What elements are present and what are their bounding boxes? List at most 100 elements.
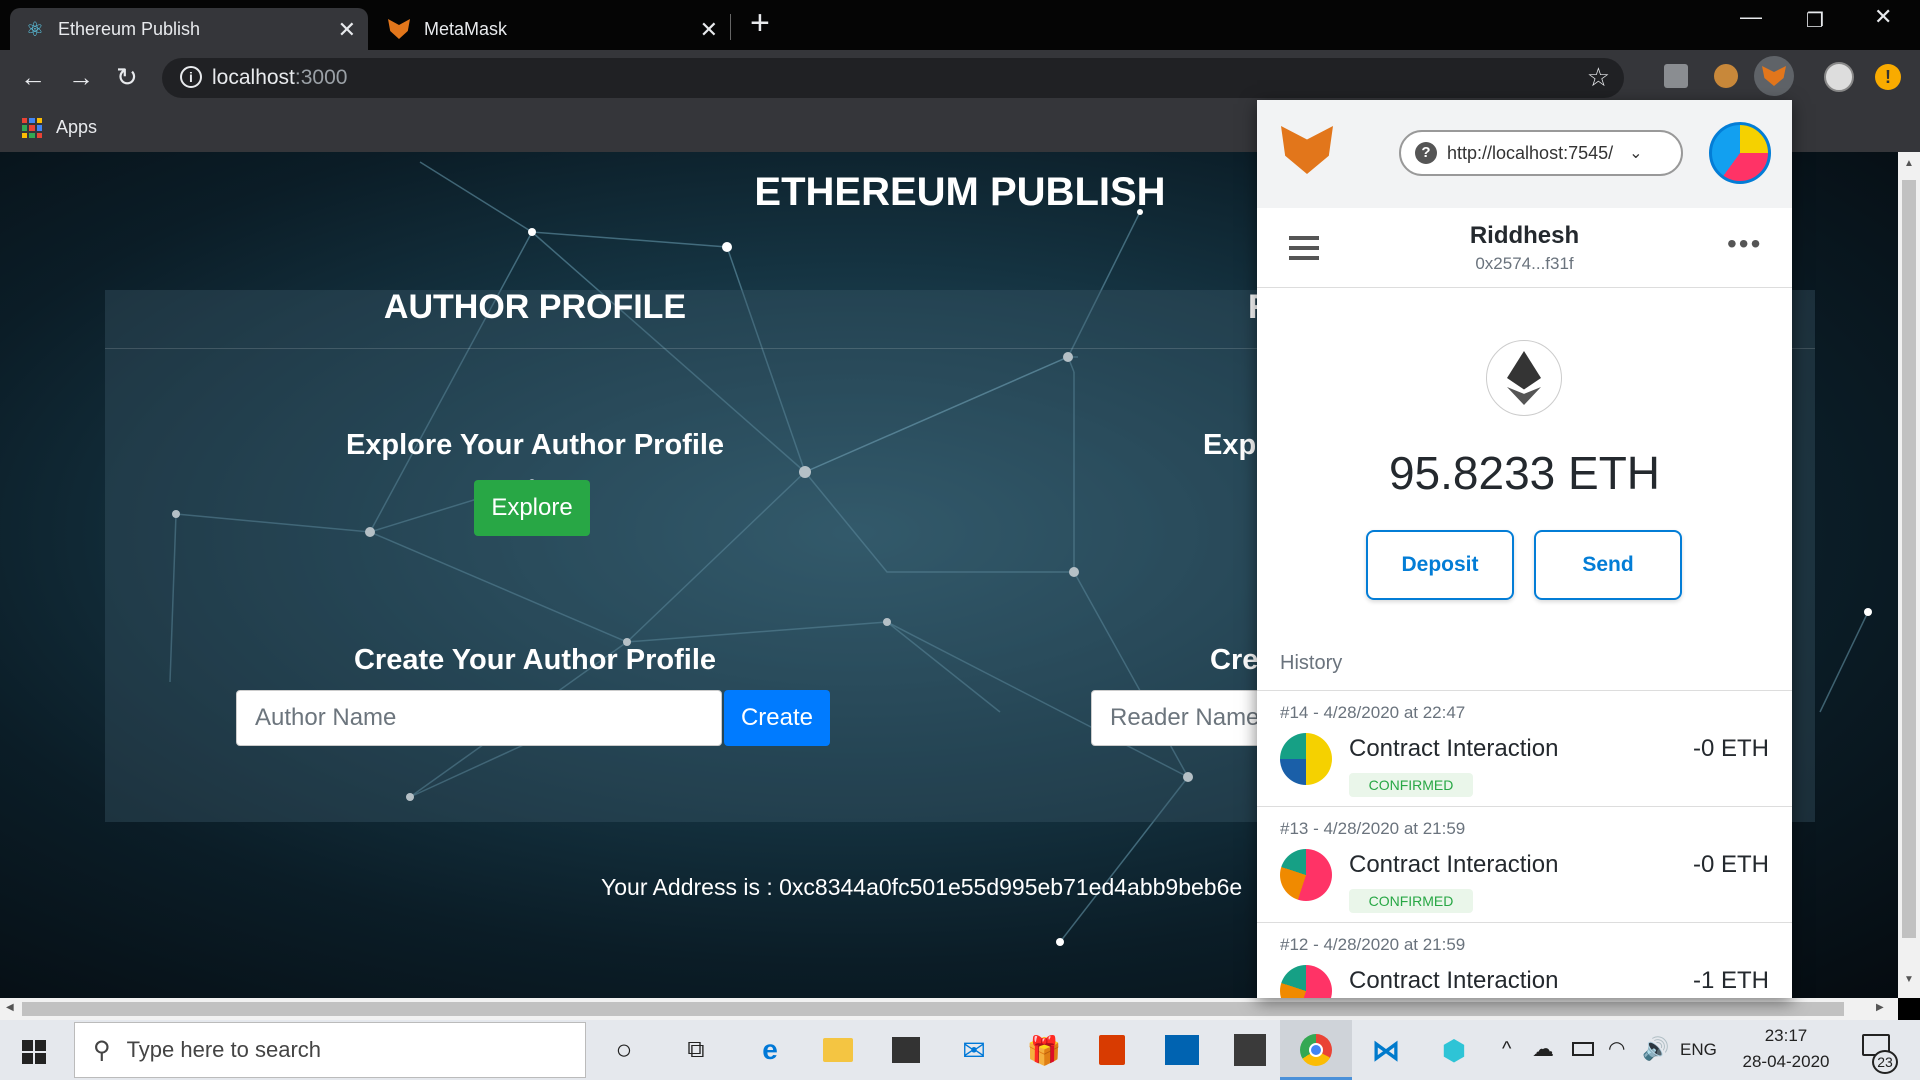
balance-display: 95.8233 ETH: [1257, 446, 1792, 500]
scroll-thumb[interactable]: [22, 1002, 1844, 1016]
language-indicator[interactable]: ENG: [1680, 1040, 1717, 1060]
gift-app-icon[interactable]: 🎁: [1024, 1030, 1064, 1070]
cookie-extension-icon[interactable]: [1714, 64, 1738, 88]
tab-title: Ethereum Publish: [57, 18, 201, 39]
update-alert-icon[interactable]: !: [1875, 64, 1901, 90]
transaction-identicon: [1280, 733, 1332, 785]
reader-name-input[interactable]: Reader Name: [1091, 690, 1261, 746]
address-bar[interactable]: i localhost:3000 ☆: [162, 58, 1624, 98]
store-icon[interactable]: [886, 1030, 926, 1070]
transaction-date: #13 - 4/28/2020 at 21:59: [1280, 819, 1466, 838]
scroll-down-icon[interactable]: ▼: [1904, 974, 1914, 985]
reload-icon[interactable]: ↻: [116, 62, 138, 93]
tab-title: MetaMask: [424, 18, 508, 39]
metamask-fox-icon: [388, 19, 410, 39]
minimize-icon[interactable]: —: [1740, 4, 1762, 30]
scroll-up-icon[interactable]: ▲: [1904, 158, 1914, 169]
account-avatar[interactable]: [1709, 122, 1771, 184]
taskbar-search-box[interactable]: ⚲ Type here to search: [74, 1022, 586, 1078]
create-reader-heading: Cre: [1210, 644, 1259, 676]
ethereum-icon: [1486, 340, 1562, 416]
chevron-down-icon: ⌄: [1629, 145, 1643, 162]
create-author-heading: Create Your Author Profile: [353, 644, 717, 676]
send-button[interactable]: Send: [1534, 530, 1682, 600]
file-explorer-icon[interactable]: [818, 1030, 858, 1070]
volume-icon[interactable]: 🔊: [1642, 1036, 1669, 1062]
vscode-icon[interactable]: ⋈: [1366, 1030, 1406, 1070]
transaction-identicon: [1280, 965, 1332, 998]
history-item[interactable]: #14 - 4/28/2020 at 22:47 Contract Intera…: [1257, 690, 1792, 806]
browser-tab-strip: ⚛ Ethereum Publish ✕ MetaMask ✕ + — ❐ ✕: [0, 0, 1920, 50]
author-profile-heading: AUTHOR PROFILE: [383, 288, 687, 326]
battery-icon[interactable]: [1572, 1042, 1594, 1056]
history-label: History: [1280, 652, 1343, 674]
onedrive-icon[interactable]: ☁: [1532, 1036, 1554, 1062]
windows-taskbar: ⚲ Type here to search ○ ⧉ e ✉ 🎁 ⋈ ⬢ ^ ☁ …: [0, 1020, 1920, 1080]
transaction-amount: -0 ETH: [1692, 735, 1769, 762]
metamask-fox-icon: [1762, 66, 1786, 86]
edge-browser-icon[interactable]: e: [750, 1030, 790, 1070]
network-selector[interactable]: ? http://localhost:7545/ ⌄: [1399, 130, 1683, 176]
extension-icon[interactable]: [1664, 64, 1688, 88]
scroll-thumb[interactable]: [1902, 180, 1916, 938]
virtualbox-icon[interactable]: [1230, 1030, 1270, 1070]
create-author-button[interactable]: Create: [724, 690, 830, 746]
vertical-scrollbar[interactable]: ▲ ▼: [1898, 152, 1920, 998]
profile-avatar[interactable]: [1824, 62, 1854, 92]
window-close-icon[interactable]: ✕: [1874, 4, 1892, 30]
browser-toolbar: ← → ↻ i localhost:3000 ☆ !: [0, 50, 1920, 104]
info-icon[interactable]: i: [180, 66, 202, 88]
history-item[interactable]: #13 - 4/28/2020 at 21:59 Contract Intera…: [1257, 806, 1792, 922]
metamask-logo-icon: [1281, 126, 1333, 174]
scroll-left-icon[interactable]: ◀: [6, 1002, 14, 1013]
ganache-icon[interactable]: ⬢: [1434, 1030, 1474, 1070]
clock-date[interactable]: 28-04-2020: [1736, 1052, 1836, 1072]
history-item[interactable]: #12 - 4/28/2020 at 21:59 Contract Intera…: [1257, 922, 1792, 998]
office-icon[interactable]: [1092, 1030, 1132, 1070]
restore-icon[interactable]: ❐: [1806, 8, 1824, 33]
help-icon: ?: [1415, 142, 1437, 164]
chrome-icon-center: [1309, 1043, 1323, 1057]
notification-count-badge: 23: [1872, 1050, 1898, 1074]
windows-start-icon[interactable]: [22, 1040, 46, 1064]
transaction-title: Contract Interaction: [1349, 967, 1559, 994]
explore-button[interactable]: Explore: [474, 480, 590, 536]
account-address[interactable]: 0x2574...f31f: [1257, 254, 1792, 274]
explore-author-heading: Explore Your Author Profile: [345, 429, 725, 461]
account-name[interactable]: Riddhesh: [1257, 222, 1792, 250]
horizontal-scrollbar[interactable]: ◀ ▶: [0, 998, 1898, 1020]
mail-icon[interactable]: ✉: [954, 1030, 994, 1070]
task-view-icon[interactable]: ⧉: [676, 1030, 716, 1070]
cortana-icon[interactable]: ○: [604, 1030, 644, 1070]
clock-time[interactable]: 23:17: [1736, 1026, 1836, 1046]
author-name-input[interactable]: Author Name: [236, 690, 722, 746]
status-badge: CONFIRMED: [1349, 773, 1473, 797]
deposit-button[interactable]: Deposit: [1366, 530, 1514, 600]
tab-ethereum-publish[interactable]: ⚛ Ethereum Publish ✕: [10, 8, 368, 50]
tab-divider: [730, 14, 731, 40]
tab-metamask[interactable]: MetaMask ✕: [372, 8, 730, 50]
show-hidden-icons[interactable]: ^: [1502, 1038, 1511, 1061]
transaction-date: #12 - 4/28/2020 at 21:59: [1280, 935, 1466, 954]
balance-amount: 95.8233: [1388, 447, 1556, 499]
network-url: http://localhost:7545/: [1447, 142, 1614, 163]
bookmark-star-icon[interactable]: ☆: [1587, 62, 1610, 93]
apps-bookmark[interactable]: Apps: [56, 117, 97, 138]
balance-currency: ETH: [1568, 447, 1661, 499]
metamask-extension-button[interactable]: [1754, 56, 1794, 96]
forward-arrow-icon[interactable]: →: [68, 62, 94, 93]
wifi-icon[interactable]: ◠: [1608, 1036, 1625, 1061]
url-text: localhost:3000: [212, 66, 347, 90]
transaction-identicon: [1280, 849, 1332, 901]
chrome-taskbar-button[interactable]: [1280, 1020, 1352, 1080]
back-arrow-icon[interactable]: ←: [20, 62, 46, 93]
transaction-title: Contract Interaction: [1349, 735, 1559, 762]
close-tab-icon[interactable]: ✕: [338, 17, 356, 43]
new-tab-button[interactable]: +: [750, 4, 770, 43]
close-tab-icon[interactable]: ✕: [700, 17, 718, 43]
scroll-right-icon[interactable]: ▶: [1876, 1002, 1884, 1013]
account-bar: Riddhesh 0x2574...f31f •••: [1257, 208, 1792, 288]
status-badge: CONFIRMED: [1349, 889, 1473, 913]
remote-desktop-icon[interactable]: [1162, 1030, 1202, 1070]
more-options-icon[interactable]: •••: [1727, 228, 1762, 260]
